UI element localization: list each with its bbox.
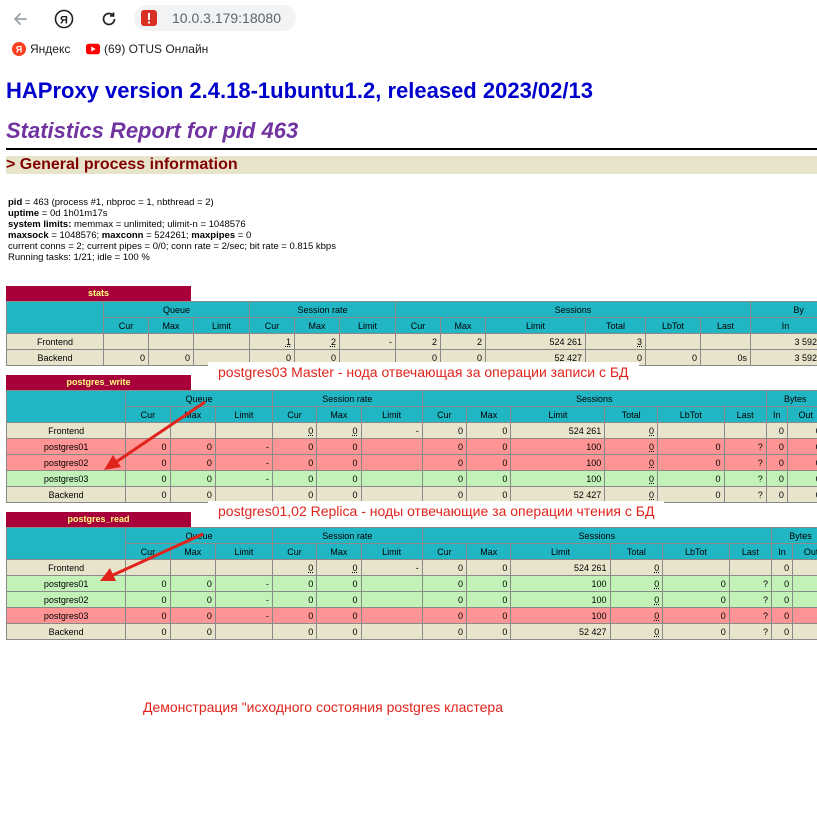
arrow-to-postgres03-write — [104, 400, 206, 470]
annotation-arrows — [100, 400, 206, 581]
arrow-to-postgres01-read — [100, 532, 204, 581]
